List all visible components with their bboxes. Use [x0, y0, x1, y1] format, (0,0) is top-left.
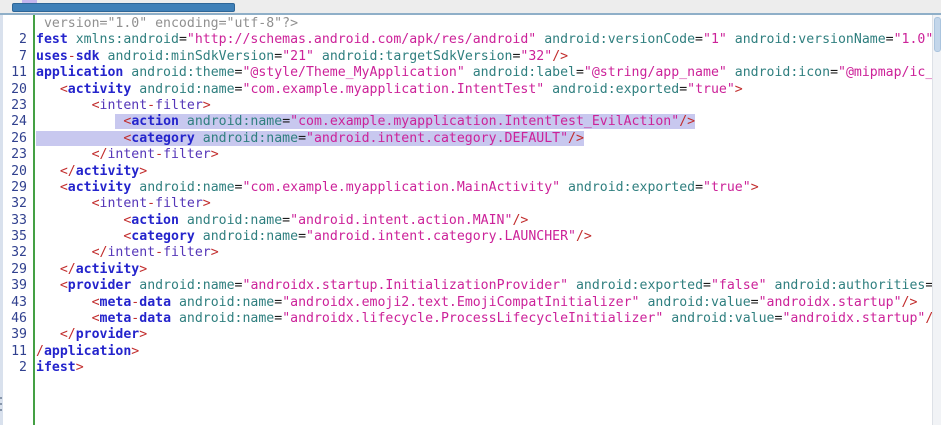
code-line[interactable]: 23 </intent-filter>: [0, 147, 941, 163]
line-number[interactable]: 2: [0, 360, 30, 376]
splitter-grip-dot: [0, 397, 2, 399]
code-line[interactable]: 20 <activity android:name="com.example.m…: [0, 82, 941, 98]
line-text: <activity android:name="com.example.myap…: [36, 180, 759, 196]
line-text: ifest>: [36, 360, 84, 376]
line-text: version="1.0" encoding="utf-8"?>: [36, 16, 298, 32]
top-horizontal-scrollbar: [0, 0, 941, 15]
line-text: </activity>: [36, 262, 147, 278]
line-text: <meta-data android:name="androidx.lifecy…: [36, 311, 933, 327]
line-text: <meta-data android:name="androidx.emoji2…: [36, 295, 917, 311]
code-line[interactable]: 32 </intent-filter>: [0, 245, 941, 261]
line-number[interactable]: 20: [0, 82, 30, 98]
code-line[interactable]: 29 </activity>: [0, 262, 941, 278]
splitter-grip-dot: [0, 403, 2, 405]
vertical-scrollbar-thumb[interactable]: [934, 17, 941, 52]
line-number[interactable]: 39: [0, 327, 30, 343]
vertical-scrollbar[interactable]: [932, 15, 941, 425]
code-line[interactable]: version="1.0" encoding="utf-8"?>: [0, 16, 941, 32]
line-number[interactable]: 23: [0, 98, 30, 114]
code-line[interactable]: 23 <intent-filter>: [0, 98, 941, 114]
line-number[interactable]: 11: [0, 65, 30, 81]
code-line[interactable]: 32 <intent-filter>: [0, 196, 941, 212]
line-number[interactable]: 43: [0, 295, 30, 311]
code-editor[interactable]: version="1.0" encoding="utf-8"?> 2 fest xm…: [0, 15, 941, 425]
line-text: </intent-filter>: [36, 147, 219, 163]
line-text: </activity>: [36, 164, 147, 180]
line-number[interactable]: 11: [0, 344, 30, 360]
code-line[interactable]: 7 uses-sdk android:minSdkVersion="21" and…: [0, 49, 941, 65]
line-text: /application>: [36, 344, 139, 360]
line-text: <action android:name="com.example.myappl…: [36, 114, 695, 130]
code-line[interactable]: 29 <activity android:name="com.example.m…: [0, 180, 941, 196]
line-text: <category android:name="android.intent.c…: [36, 131, 584, 147]
line-text: <provider android:name="androidx.startup…: [36, 278, 933, 294]
selection-highlight: <action android:name="com.example.myappl…: [115, 114, 695, 129]
line-text: application android:theme="@style/Theme_…: [36, 65, 933, 81]
line-number[interactable]: 26: [0, 131, 30, 147]
line-number[interactable]: 39: [0, 278, 30, 294]
line-number[interactable]: 2: [0, 32, 30, 48]
line-text: <category android:name="android.intent.c…: [36, 229, 592, 245]
code-line[interactable]: 33 <action android:name="android.intent.…: [0, 213, 941, 229]
code-line[interactable]: 46 <meta-data android:name="androidx.lif…: [0, 311, 941, 327]
line-number[interactable]: 33: [0, 213, 30, 229]
line-text: <activity android:name="com.example.myap…: [36, 82, 743, 98]
code-area[interactable]: version="1.0" encoding="utf-8"?> 2 fest xm…: [0, 16, 941, 377]
line-text: </provider>: [36, 327, 147, 343]
line-number[interactable]: 32: [0, 196, 30, 212]
line-number[interactable]: 20: [0, 164, 30, 180]
code-line[interactable]: 35 <category android:name="android.inten…: [0, 229, 941, 245]
line-text: uses-sdk android:minSdkVersion="21" andr…: [36, 49, 568, 65]
code-line[interactable]: 39 <provider android:name="androidx.star…: [0, 278, 941, 294]
code-line[interactable]: 11 application android:theme="@style/Them…: [0, 65, 941, 81]
line-number[interactable]: 7: [0, 49, 30, 65]
line-number[interactable]: 35: [0, 229, 30, 245]
selection-highlight: <category android:name="android.intent.c…: [36, 131, 584, 146]
line-number[interactable]: 29: [0, 180, 30, 196]
line-number[interactable]: 24: [0, 114, 30, 130]
splitter-grip-dot: [0, 409, 2, 411]
line-number[interactable]: 29: [0, 262, 30, 278]
code-line[interactable]: 24 <action android:name="com.example.mya…: [0, 114, 941, 130]
line-text: fest xmlns:android="http://schemas.andro…: [36, 32, 933, 48]
code-line[interactable]: 2 fest xmlns:android="http://schemas.andr…: [0, 32, 941, 48]
code-line[interactable]: 20 </activity>: [0, 164, 941, 180]
code-line[interactable]: 39 </provider>: [0, 327, 941, 343]
app-window: version="1.0" encoding="utf-8"?> 2 fest xm…: [0, 0, 941, 425]
code-line[interactable]: 11/application>: [0, 344, 941, 360]
horizontal-scrollbar-thumb[interactable]: [12, 3, 235, 12]
line-text: <intent-filter>: [36, 98, 211, 114]
code-line[interactable]: 26 <category android:name="android.inten…: [0, 131, 941, 147]
line-text: <action android:name="android.intent.act…: [36, 213, 528, 229]
line-number[interactable]: 23: [0, 147, 30, 163]
line-number[interactable]: 46: [0, 311, 30, 327]
code-line[interactable]: 2 ifest>: [0, 360, 941, 376]
line-text: </intent-filter>: [36, 245, 219, 261]
code-line[interactable]: 43 <meta-data android:name="androidx.emo…: [0, 295, 941, 311]
line-number[interactable]: 32: [0, 245, 30, 261]
line-text: <intent-filter>: [36, 196, 211, 212]
